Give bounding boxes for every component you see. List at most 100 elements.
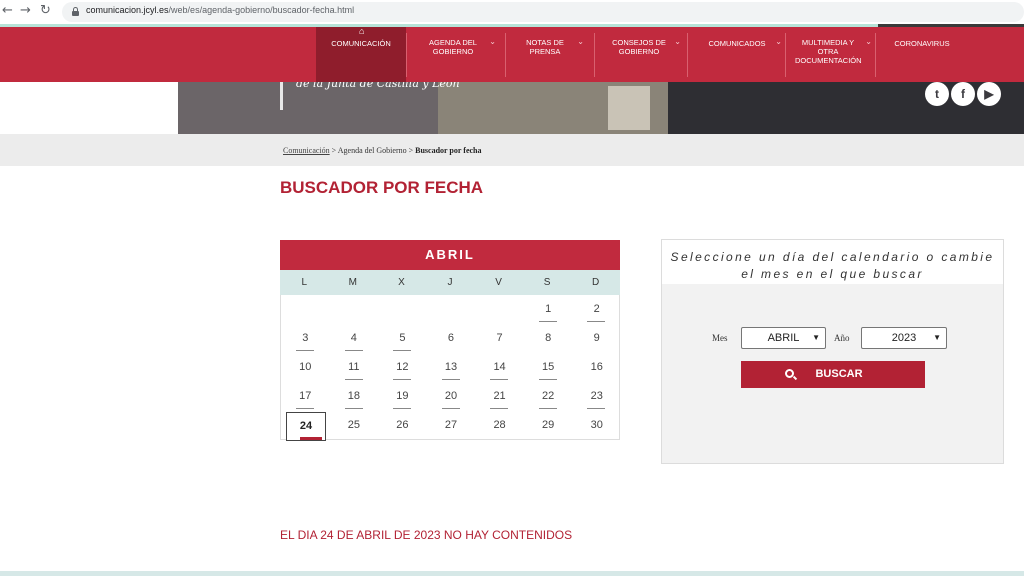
chevron-down-icon: ⌄ [489, 37, 496, 46]
back-icon[interactable]: ← [2, 3, 13, 19]
nav-divider [594, 33, 595, 77]
url-text[interactable]: comunicacion.jcyl.es/web/es/agenda-gobie… [86, 5, 354, 15]
calendar-day: 30 [590, 419, 603, 431]
browser-toolbar: ← → ↻ comunicacion.jcyl.es/web/es/agenda… [0, 0, 1024, 24]
nav-label: NOTAS DE PRENSA [526, 38, 564, 56]
calendar-day: 27 [444, 419, 458, 431]
breadcrumb-separator: > [408, 146, 414, 155]
calendar-day: 26 [396, 419, 409, 431]
buscar-button[interactable]: BUSCAR [741, 361, 925, 388]
nav-divider [406, 33, 407, 77]
calendar-day: 25 [347, 419, 360, 431]
nav-divider [875, 33, 876, 77]
chevron-down-icon: ⌄ [775, 37, 782, 46]
page-title: BUSCADOR POR FECHA [280, 178, 484, 197]
calendar-day[interactable]: 19 [378, 383, 427, 412]
weekday-label: J [447, 277, 453, 288]
chevron-down-icon: ⌄ [674, 37, 681, 46]
calendar-day: 29 [542, 419, 555, 431]
result-message: EL DIA 24 DE ABRIL DE 2023 NO HAY CONTEN… [280, 528, 573, 542]
nav-item-notas-prensa[interactable]: NOTAS DE PRENSA ⌄ [512, 27, 584, 82]
breadcrumb: Comunicación > Agenda del Gobierno > Bus… [283, 146, 482, 155]
buscar-button-label: BUSCAR [815, 368, 863, 380]
nav-label: COMUNICADOS [708, 39, 766, 48]
weekday-label: L [301, 277, 308, 288]
hero-banner: de la Junta de Castilla y León [178, 82, 1024, 134]
breadcrumb-home-link[interactable]: Comunicación [283, 146, 330, 155]
year-select[interactable]: 2023 ▼ [861, 327, 947, 349]
month-label: Mes [712, 333, 728, 343]
main-navigation: COMUNICACIÓN AGENDA DEL GOBIERNO ⌄ NOTAS… [0, 27, 1024, 82]
year-label: Año [834, 333, 850, 343]
calendar-day[interactable]: 1 [524, 296, 573, 325]
calendar-day-selected[interactable]: 24 [286, 412, 326, 441]
calendar-day[interactable]: 22 [524, 383, 573, 412]
calendar-day[interactable]: 17 [281, 383, 330, 412]
nav-label: CORONAVIRUS [894, 39, 950, 48]
hero-subtitle: de la Junta de Castilla y León [296, 82, 460, 89]
calendar-day[interactable]: 3 [281, 325, 330, 354]
month-select-value: ABRIL [767, 332, 800, 344]
calendar-day[interactable]: 23 [572, 383, 621, 412]
calendar-day[interactable]: 20 [427, 383, 476, 412]
breadcrumb-agenda[interactable]: Agenda del Gobierno [338, 146, 407, 155]
breadcrumb-separator: > [331, 146, 337, 155]
calendar-day[interactable]: 18 [330, 383, 379, 412]
calendar-grid: 1 2 3 4 5 6 7 8 9 10 11 12 13 14 15 16 17 18 19 20 21 22 23 24 2… [280, 295, 621, 441]
calendar-month: ABRIL [280, 240, 620, 270]
weekday-label: D [592, 277, 600, 288]
calendar-day[interactable]: 21 [475, 383, 524, 412]
forward-icon[interactable]: → [20, 3, 31, 19]
nav-item-multimedia[interactable]: MULTIMEDIA Y OTRA DOCUMENTACIÓN ⌄ [788, 27, 872, 82]
calendar-day[interactable]: 11 [330, 354, 379, 383]
calendar-day: 9 [593, 332, 600, 344]
calendar-day: 7 [496, 332, 503, 344]
weekday-label: M [348, 277, 358, 288]
chevron-down-icon: ⌄ [577, 37, 584, 46]
nav-item-consejos-gobierno[interactable]: CONSEJOS DE GOBIERNO ⌄ [603, 27, 681, 82]
nav-divider [687, 33, 688, 77]
calendar-day[interactable]: 15 [524, 354, 573, 383]
nav-divider [505, 33, 506, 77]
calendar-weekday-header: L M X J V S D [280, 270, 620, 295]
calendar-day[interactable]: 5 [378, 325, 427, 354]
calendar-day[interactable]: 4 [330, 325, 379, 354]
address-bar[interactable]: comunicacion.jcyl.es/web/es/agenda-gobie… [62, 2, 1024, 22]
chevron-down-icon: ▼ [933, 333, 941, 342]
weekday-label: V [495, 277, 502, 288]
lock-icon[interactable] [72, 7, 79, 16]
nav-label: CONSEJOS DE GOBIERNO [612, 38, 666, 56]
nav-item-agenda-gobierno[interactable]: AGENDA DEL GOBIERNO ⌄ [416, 27, 496, 82]
calendar-day: 8 [545, 332, 552, 344]
nav-label: MULTIMEDIA Y OTRA DOCUMENTACIÓN [795, 38, 862, 65]
calendar-day[interactable]: 12 [378, 354, 427, 383]
calendar-day[interactable]: 13 [427, 354, 476, 383]
reload-icon[interactable]: ↻ [40, 3, 51, 19]
chevron-down-icon: ⌄ [865, 37, 872, 46]
home-icon: ⌂ [359, 26, 365, 36]
twitter-icon[interactable]: t [925, 82, 949, 106]
chevron-down-icon: ▼ [812, 333, 820, 342]
calendar-day: 16 [590, 361, 603, 373]
calendar-day: 10 [299, 361, 312, 373]
weekday-label: X [398, 277, 405, 288]
breadcrumb-band [0, 134, 1024, 166]
month-select[interactable]: ABRIL ▼ [741, 327, 826, 349]
footer-strip [0, 571, 1024, 576]
weekday-label: S [543, 277, 551, 288]
facebook-icon[interactable]: f [951, 82, 975, 106]
calendar-day: 6 [447, 332, 455, 344]
search-panel: Seleccione un día del calendario o cambi… [661, 239, 1004, 464]
calendar: ABRIL L M X J V S D 1 2 3 4 5 6 7 8 9 10 11 12 13 14 1… [280, 240, 621, 441]
year-select-value: 2023 [891, 332, 917, 344]
youtube-icon[interactable]: ▶ [977, 82, 1001, 106]
nav-item-comunicados[interactable]: COMUNICADOS ⌄ [694, 27, 782, 82]
search-icon [785, 369, 794, 378]
nav-item-coronavirus[interactable]: CORONAVIRUS [882, 27, 962, 82]
nav-label: COMUNICACIÓN [331, 39, 391, 48]
calendar-day[interactable]: 14 [475, 354, 524, 383]
nav-divider [785, 33, 786, 77]
breadcrumb-current: Buscador por fecha [415, 146, 482, 155]
calendar-day[interactable]: 2 [572, 296, 621, 325]
search-instruction: Seleccione un día del calendario o cambi… [662, 240, 1003, 284]
